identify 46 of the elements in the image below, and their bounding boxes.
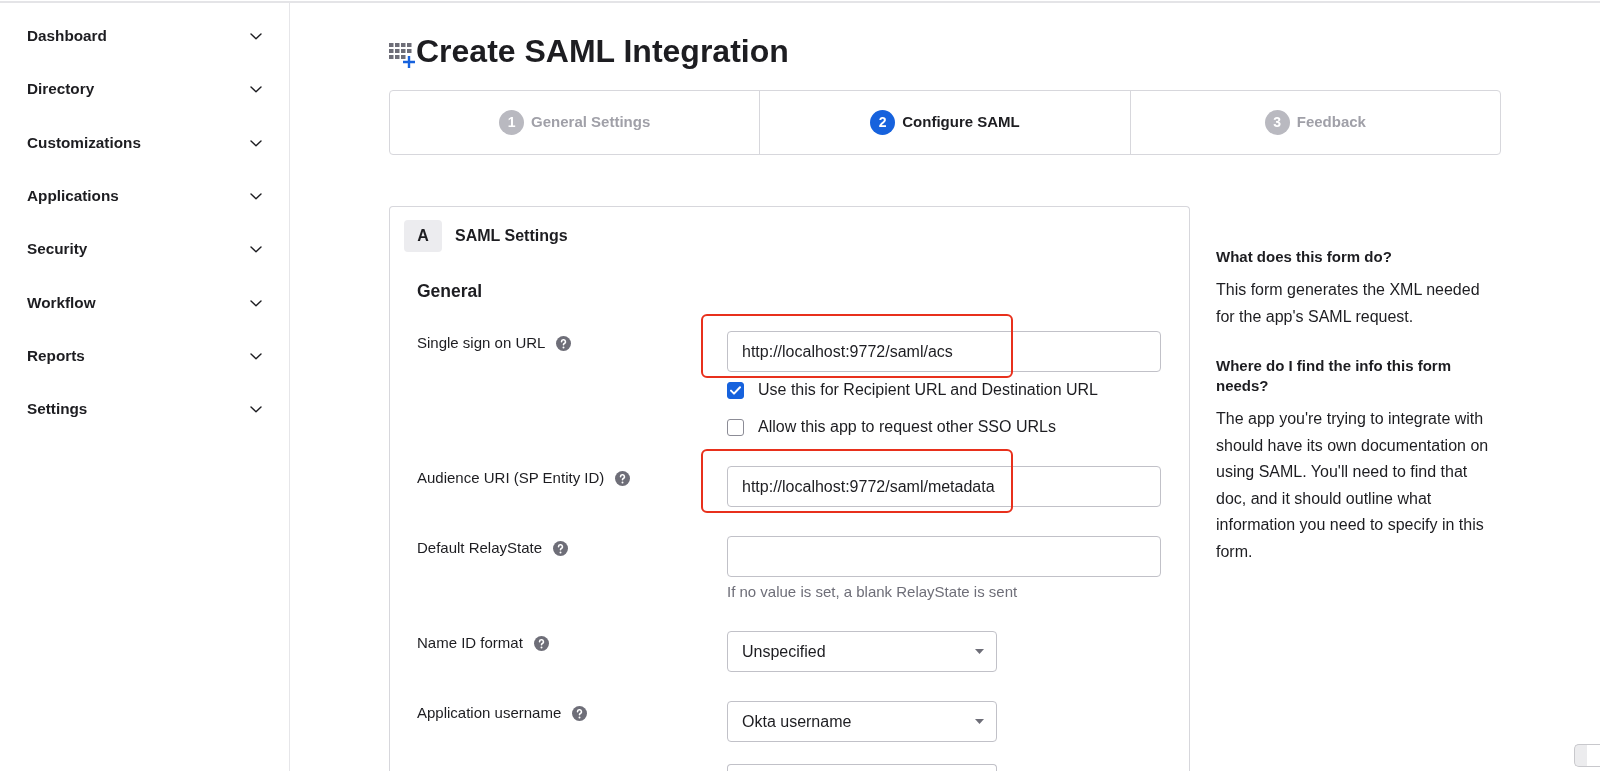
corner-tab[interactable]	[1574, 744, 1600, 767]
help-icon	[556, 335, 572, 351]
help-heading: What does this form do?	[1216, 247, 1393, 267]
field-label: Application username	[417, 704, 562, 722]
help-icon	[533, 635, 549, 651]
sidebar-item[interactable]: Settings	[0, 383, 289, 437]
checkmark-icon	[730, 385, 741, 395]
step-number: 3	[1264, 110, 1290, 135]
help-paragraph: This form generates the XML needed for the app's SAML request.	[1216, 280, 1481, 327]
sidebar-item[interactable]: Applications	[0, 169, 289, 224]
field-label: Audience URI (SP Entity ID)	[417, 469, 605, 487]
caret-icon	[975, 719, 984, 724]
select-field[interactable]: Okta username	[727, 701, 997, 742]
text-input[interactable]: http://localhost:9772/saml/metadata	[727, 466, 1161, 507]
checkbox-label[interactable]: Use this for Recipient URL and Destination URL	[758, 378, 1098, 402]
text-input[interactable]: http://localhost:9772/saml/acs	[727, 331, 1161, 372]
help-heading: Where do I find the info this form needs?	[1216, 356, 1452, 396]
help-icon	[572, 705, 588, 721]
field-label: Single sign on URL	[417, 334, 546, 352]
hint-text: If no value is set, a blank RelayState is sent	[727, 582, 1019, 602]
step-number: 1	[499, 110, 525, 135]
step-number: 2	[870, 110, 896, 135]
field-label: Name ID format	[417, 634, 523, 652]
select-field[interactable]	[727, 764, 997, 771]
sidebar-item[interactable]: Directory	[0, 63, 289, 117]
sidebar-item[interactable]: Reports	[0, 329, 289, 384]
help-paragraph: The app you're trying to integrate with should have its own documentation on using SAML. You'll need to find that doc, and it should outline what information you need to specify in this form.	[1216, 409, 1490, 562]
sidebar-item[interactable]: Dashboard	[0, 10, 289, 64]
select-field[interactable]: Unspecified	[727, 631, 997, 672]
checkbox[interactable]	[727, 418, 744, 436]
sidebar-item[interactable]: Security	[0, 223, 289, 277]
sidebar-item[interactable]: Workflow	[0, 276, 289, 330]
text-input[interactable]	[727, 536, 1161, 577]
sidebar-item[interactable]: Customizations	[0, 116, 289, 170]
page-title: Create SAML Integration	[416, 32, 789, 70]
caret-icon	[975, 649, 984, 654]
group-heading: General	[417, 280, 484, 303]
help-icon	[553, 540, 569, 556]
field-label: Default RelayState	[417, 539, 543, 557]
checkbox-label[interactable]: Allow this app to request other SSO URLs	[758, 415, 1056, 439]
section-letter: A	[404, 220, 442, 252]
section-title: SAML Settings	[455, 226, 568, 246]
checkbox[interactable]	[727, 381, 744, 399]
step-label[interactable]: Configure SAML	[902, 111, 1020, 134]
app-grid-add-icon	[389, 43, 415, 69]
help-icon	[615, 470, 631, 486]
